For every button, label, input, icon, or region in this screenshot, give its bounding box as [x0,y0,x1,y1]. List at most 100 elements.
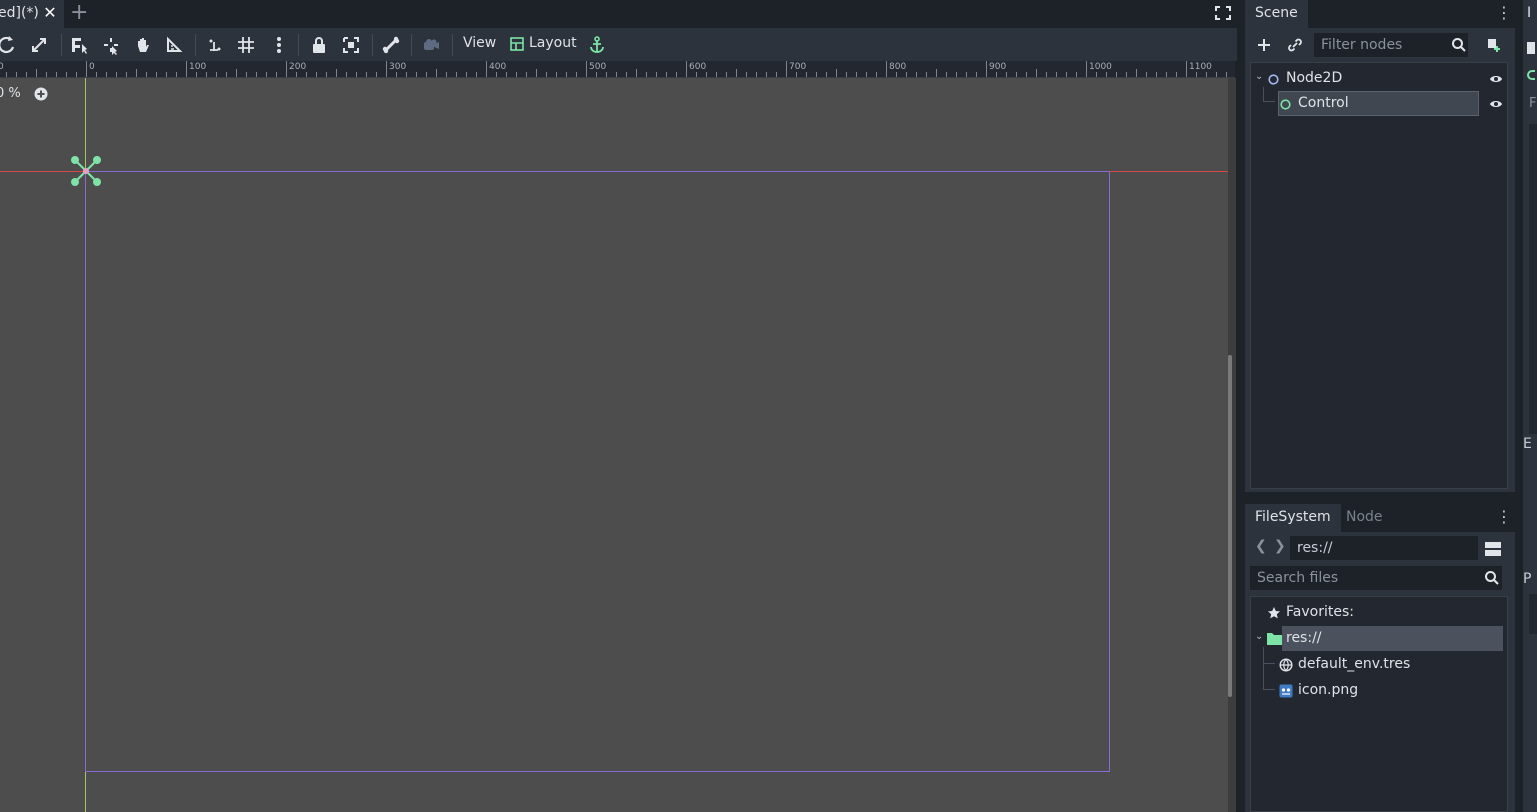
anchor-icon[interactable] [586,34,608,56]
ruler-icon[interactable] [163,34,185,56]
scale-mode-icon[interactable] [28,34,50,56]
attach-script-icon[interactable] [1484,36,1502,54]
ruler-minor-tick [1006,72,1007,77]
folder-icon [1267,632,1282,645]
ruler-minor-tick [216,72,217,77]
ruler-minor-tick [626,72,627,77]
grid-snap-icon[interactable] [235,34,257,56]
tree-item-file[interactable]: default_env.tres [1251,653,1507,677]
ruler-minor-tick [1196,72,1197,77]
toolbar-separator [452,34,453,56]
fullscreen-icon[interactable] [1213,4,1233,22]
filter-nodes-input[interactable] [1314,33,1468,57]
ruler-minor-tick [926,72,927,77]
ruler-tick-label-partial: 0 [0,62,4,72]
back-arrow-icon[interactable]: ❮ [1255,538,1267,554]
ruler-minor-tick [126,72,127,77]
tree-item-node2d[interactable]: ⌄ Node2D [1251,67,1507,91]
tab-scene[interactable]: Scene [1245,0,1308,28]
ruler-minor-tick [516,72,517,77]
ruler-minor-tick [1176,72,1177,77]
ruler-major-tick [986,61,987,77]
ruler-minor-tick [1056,72,1057,77]
toolbar-separator [195,34,196,56]
search-files-input[interactable] [1250,566,1502,590]
ruler-major-tick [786,61,787,77]
split-mode-icon[interactable] [1484,541,1502,557]
pan-hand-icon[interactable] [132,34,154,56]
ruler-minor-tick [856,72,857,77]
add-node-icon[interactable] [1255,36,1273,54]
rotate-mode-icon[interactable] [0,34,18,56]
more-options-icon[interactable] [268,34,290,56]
ruler-minor-tick [1156,72,1157,77]
inspector-section-letter: E [1523,436,1532,452]
ruler-minor-tick [36,69,37,77]
tree-item-file[interactable]: icon.png [1251,679,1507,703]
tree-item-control[interactable]: Control [1251,92,1507,116]
ruler-minor-tick [1116,72,1117,77]
layout-menu[interactable]: Layout [529,35,577,51]
favorites-row[interactable]: Favorites: [1251,601,1507,625]
ruler-minor-tick [96,72,97,77]
ruler-major-tick [886,61,887,77]
add-tab-icon[interactable]: + [70,2,88,24]
viewport-scrollbar-thumb[interactable] [1228,355,1232,697]
lock-icon[interactable] [308,34,330,56]
tab-filesystem[interactable]: FileSystem [1245,504,1341,532]
ruler-minor-tick [836,69,837,77]
control-node-icon [1527,70,1535,80]
ruler-minor-tick [16,72,17,77]
path-input[interactable] [1290,536,1478,560]
ruler-minor-tick [666,72,667,77]
ruler-minor-tick [196,72,197,77]
layout-icon[interactable] [509,36,525,52]
pivot-icon[interactable] [100,34,122,56]
close-icon[interactable]: ✕ [42,4,58,22]
filesystem-dock-menu-icon[interactable]: ⋮ [1496,508,1512,526]
ruler-minor-tick [1046,72,1047,77]
ruler-minor-tick [996,72,997,77]
ruler-minor-tick [106,72,107,77]
inspector-toolbar-icon[interactable] [1527,42,1535,54]
chevron-down-icon[interactable]: ⌄ [1255,631,1263,642]
ruler-minor-tick [906,72,907,77]
canvas-viewport[interactable]: 0 % [0,78,1228,812]
ruler-minor-tick [946,72,947,77]
ruler-minor-tick [546,72,547,77]
ruler-minor-tick [316,72,317,77]
ruler-minor-tick [426,72,427,77]
group-icon[interactable] [340,34,362,56]
viewport-bounds-rect [85,171,1110,772]
list-select-icon[interactable] [68,34,90,56]
tab-node[interactable]: Node [1336,504,1393,532]
tree-item-res-root[interactable]: ⌄ res:// [1251,627,1507,651]
camera-override-icon[interactable] [420,34,442,56]
scene-tab[interactable]: ed](*) ✕ [0,0,64,28]
chevron-down-icon[interactable]: ⌄ [1255,71,1263,82]
ruler-minor-tick [346,72,347,77]
ruler-minor-tick [1016,72,1017,77]
visibility-eye-icon[interactable] [1489,72,1503,86]
ruler-minor-tick [1206,72,1207,77]
visibility-eye-icon[interactable] [1489,97,1503,111]
ruler-minor-tick [226,72,227,77]
ruler-minor-tick [1146,72,1147,77]
canvas-overlay [0,78,1228,812]
ruler-minor-tick [936,69,937,77]
toolbar-separator [61,34,62,56]
forward-arrow-icon[interactable]: ❯ [1274,538,1286,554]
ruler-minor-tick [1026,72,1027,77]
ruler-minor-tick [896,72,897,77]
view-menu[interactable]: View [463,35,496,51]
inspector-section-letter: P [1523,571,1532,587]
ruler-minor-tick [726,72,727,77]
dock-divider[interactable] [1237,0,1245,812]
scene-dock-menu-icon[interactable]: ⋮ [1496,4,1512,22]
bone-icon[interactable] [380,34,402,56]
instance-link-icon[interactable] [1286,36,1304,54]
tab-inspector[interactable]: I [1523,0,1537,28]
ruler-minor-tick [536,69,537,77]
toolbar-separator [298,34,299,56]
smart-snap-icon[interactable] [204,34,226,56]
